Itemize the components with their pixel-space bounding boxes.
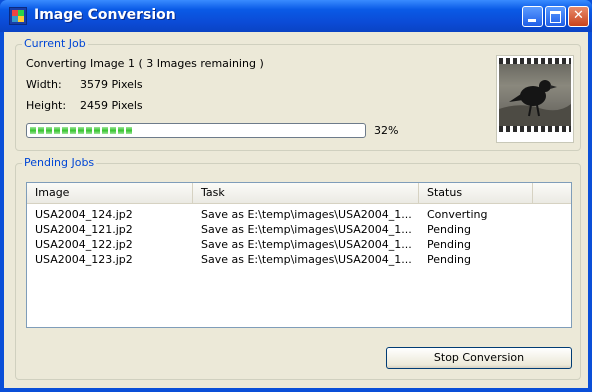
progress-block bbox=[110, 127, 116, 134]
width-value: 3579 Pixels bbox=[80, 78, 143, 91]
table-row[interactable]: USA2004_122.jp2 Save as E:\temp\images\U… bbox=[27, 237, 571, 252]
current-job-label: Current Job bbox=[22, 37, 88, 50]
progress-percent-text: 32% bbox=[374, 124, 399, 137]
current-job-group: Current Job Converting Image 1 ( 3 Image… bbox=[15, 37, 581, 151]
cell-task: Save as E:\temp\images\USA2004_1... bbox=[201, 208, 412, 221]
title-bar[interactable]: Image Conversion ✕ bbox=[0, 0, 592, 32]
image-conversion-window: Image Conversion ✕ Current Job Convertin… bbox=[0, 0, 592, 392]
progress-block bbox=[94, 127, 100, 134]
progress-block bbox=[102, 127, 108, 134]
cell-task: Save as E:\temp\images\USA2004_1... bbox=[201, 238, 412, 251]
list-header: Image Task Status bbox=[27, 183, 571, 204]
progress-block bbox=[46, 127, 52, 134]
minimize-button[interactable] bbox=[522, 6, 543, 27]
progress-block bbox=[126, 127, 132, 134]
cell-task: Save as E:\temp\images\USA2004_1... bbox=[201, 223, 412, 236]
width-label: Width: bbox=[26, 78, 62, 91]
maximize-icon bbox=[550, 11, 561, 23]
cell-status: Pending bbox=[427, 223, 471, 236]
cell-status: Pending bbox=[427, 238, 471, 251]
column-header-task[interactable]: Task bbox=[193, 183, 419, 203]
close-icon: ✕ bbox=[573, 8, 584, 23]
progress-block bbox=[118, 127, 124, 134]
minimize-icon bbox=[528, 19, 536, 22]
pending-jobs-group: Pending Jobs Image Task Status USA2004_1… bbox=[15, 156, 581, 380]
cell-image: USA2004_122.jp2 bbox=[35, 238, 133, 251]
pending-jobs-label: Pending Jobs bbox=[22, 156, 97, 169]
dialog-body: Current Job Converting Image 1 ( 3 Image… bbox=[4, 32, 588, 388]
progress-block bbox=[62, 127, 68, 134]
progress-block bbox=[78, 127, 84, 134]
table-row[interactable]: USA2004_124.jp2 Save as E:\temp\images\U… bbox=[27, 207, 571, 222]
progress-block bbox=[30, 127, 36, 134]
progress-block bbox=[38, 127, 44, 134]
progress-block bbox=[70, 127, 76, 134]
cell-image: USA2004_123.jp2 bbox=[35, 253, 133, 266]
progress-block bbox=[86, 127, 92, 134]
cell-image: USA2004_124.jp2 bbox=[35, 208, 133, 221]
progress-block bbox=[54, 127, 60, 134]
image-thumbnail bbox=[496, 55, 574, 143]
maximize-button[interactable] bbox=[545, 6, 566, 27]
pending-jobs-list[interactable]: Image Task Status USA2004_124.jp2 Save a… bbox=[26, 182, 572, 328]
close-button[interactable]: ✕ bbox=[568, 6, 589, 27]
height-label: Height: bbox=[26, 99, 67, 112]
height-value: 2459 Pixels bbox=[80, 99, 143, 112]
cell-status: Pending bbox=[427, 253, 471, 266]
column-header-image[interactable]: Image bbox=[27, 183, 193, 203]
cell-status: Converting bbox=[427, 208, 488, 221]
conversion-status-text: Converting Image 1 ( 3 Images remaining … bbox=[26, 57, 264, 70]
app-icon bbox=[9, 7, 27, 25]
conversion-progress-bar bbox=[26, 123, 366, 138]
table-row[interactable]: USA2004_123.jp2 Save as E:\temp\images\U… bbox=[27, 252, 571, 267]
window-title: Image Conversion bbox=[34, 7, 176, 23]
cell-task: Save as E:\temp\images\USA2004_1... bbox=[201, 253, 412, 266]
stop-conversion-button[interactable]: Stop Conversion bbox=[386, 347, 572, 369]
cell-image: USA2004_121.jp2 bbox=[35, 223, 133, 236]
column-header-status[interactable]: Status bbox=[419, 183, 533, 203]
bird-photo-thumbnail bbox=[499, 64, 571, 126]
table-row[interactable]: USA2004_121.jp2 Save as E:\temp\images\U… bbox=[27, 222, 571, 237]
